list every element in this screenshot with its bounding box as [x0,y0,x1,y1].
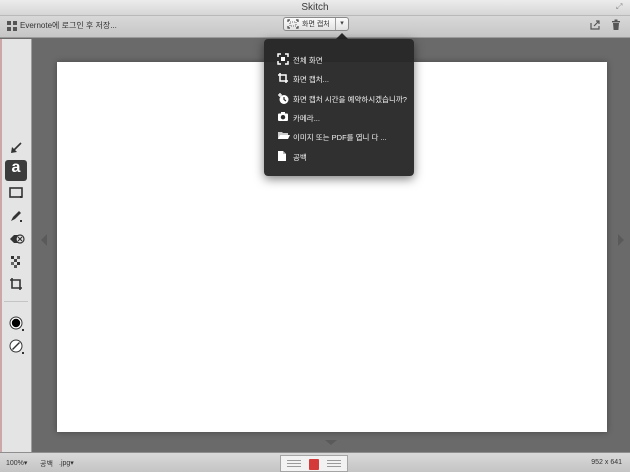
menu-item-blank[interactable]: 공백 [264,147,414,166]
fullscreen-toggle-icon[interactable]: ⤢ [616,2,626,12]
tool-panel: a [0,39,32,452]
pdf-badge-icon [309,459,319,470]
capture-button[interactable]: 화면 캡처 [284,18,334,30]
stroke-width-icon [9,339,24,354]
capture-dropdown-arrow[interactable]: ▾ [335,18,348,30]
menu-item-label: 전체 화면 [293,56,323,65]
crop-capture-icon [287,19,299,29]
pen-tool[interactable] [5,207,27,225]
menu-item-label: 공백 [293,153,307,162]
evernote-save-link[interactable]: Evernote에 로그인 후 저장... [20,20,117,31]
grid-icon[interactable] [7,21,17,31]
folder-icon [278,132,290,139]
capture-menu: 전체 화면 화면 캡처... 화면 캡처 시간을 예약하시겠습니까? 카메라..… [264,39,414,176]
camera-icon [278,112,288,121]
format-select[interactable]: .jpg▾ [59,459,74,467]
menu-item-fullscreen[interactable]: 전체 화면 [264,50,414,69]
previous-arrow-icon[interactable] [41,234,47,246]
text-icon: a [11,159,21,176]
capture-button-label: 화면 캡처 [302,21,330,28]
crop-tool[interactable] [5,275,27,293]
timer-icon [278,93,289,104]
trash-icon[interactable] [611,19,621,31]
color-icon [9,316,24,331]
menu-item-open[interactable]: 이미지 또는 PDF를 엽니 다 ... [264,127,414,146]
arrow-icon [11,142,22,153]
zoom-select[interactable]: 100%▾ [6,459,27,467]
crop-icon [10,278,22,290]
text-tool[interactable]: a [5,159,27,181]
window-title: Skitch [301,2,329,13]
pen-icon [11,211,22,222]
title-bar: Skitch ⤢ [0,0,630,16]
thumbnail-icon [287,460,301,468]
menu-item-camera[interactable]: 카메라... [264,108,414,127]
next-arrow-icon[interactable] [618,234,624,246]
blank-document-icon [278,151,286,161]
toolbar: Evernote에 로그인 후 저장... 화면 캡처 ▾ [0,16,630,38]
thumbnail-strip[interactable] [280,455,348,472]
stamp-icon [10,234,25,244]
pixelate-tool[interactable] [5,253,27,271]
document-name[interactable]: 공백 [40,459,53,469]
menu-item-label: 화면 캡처... [293,75,329,84]
status-bar: 100%▾ 공백 .jpg▾ 952 x 641 [0,452,630,472]
menu-item-label: 카메라... [293,114,320,123]
thumbnail-icon [327,460,341,468]
pixelate-icon [11,256,20,268]
menu-item-capture[interactable]: 화면 캡처... [264,69,414,88]
fullscreen-icon [277,53,289,65]
menu-item-timed-capture[interactable]: 화면 캡처 시간을 예약하시겠습니까? [264,89,414,108]
rectangle-tool[interactable] [5,185,27,203]
stamp-tool[interactable] [5,230,27,248]
image-dimensions: 952 x 641 [591,459,622,466]
crop-capture-icon [278,73,288,83]
menu-item-label: 이미지 또는 PDF를 엽니 다 ... [293,133,387,142]
stroke-width-picker[interactable] [5,337,27,355]
share-icon[interactable] [590,20,601,30]
down-arrow-icon[interactable] [325,440,337,445]
rectangle-icon [9,187,23,198]
capture-button-group: 화면 캡처 ▾ [283,17,349,31]
arrow-tool[interactable] [5,139,27,157]
color-picker[interactable] [5,314,27,332]
menu-item-label: 화면 캡처 시간을 예약하시겠습니까? [293,95,407,104]
